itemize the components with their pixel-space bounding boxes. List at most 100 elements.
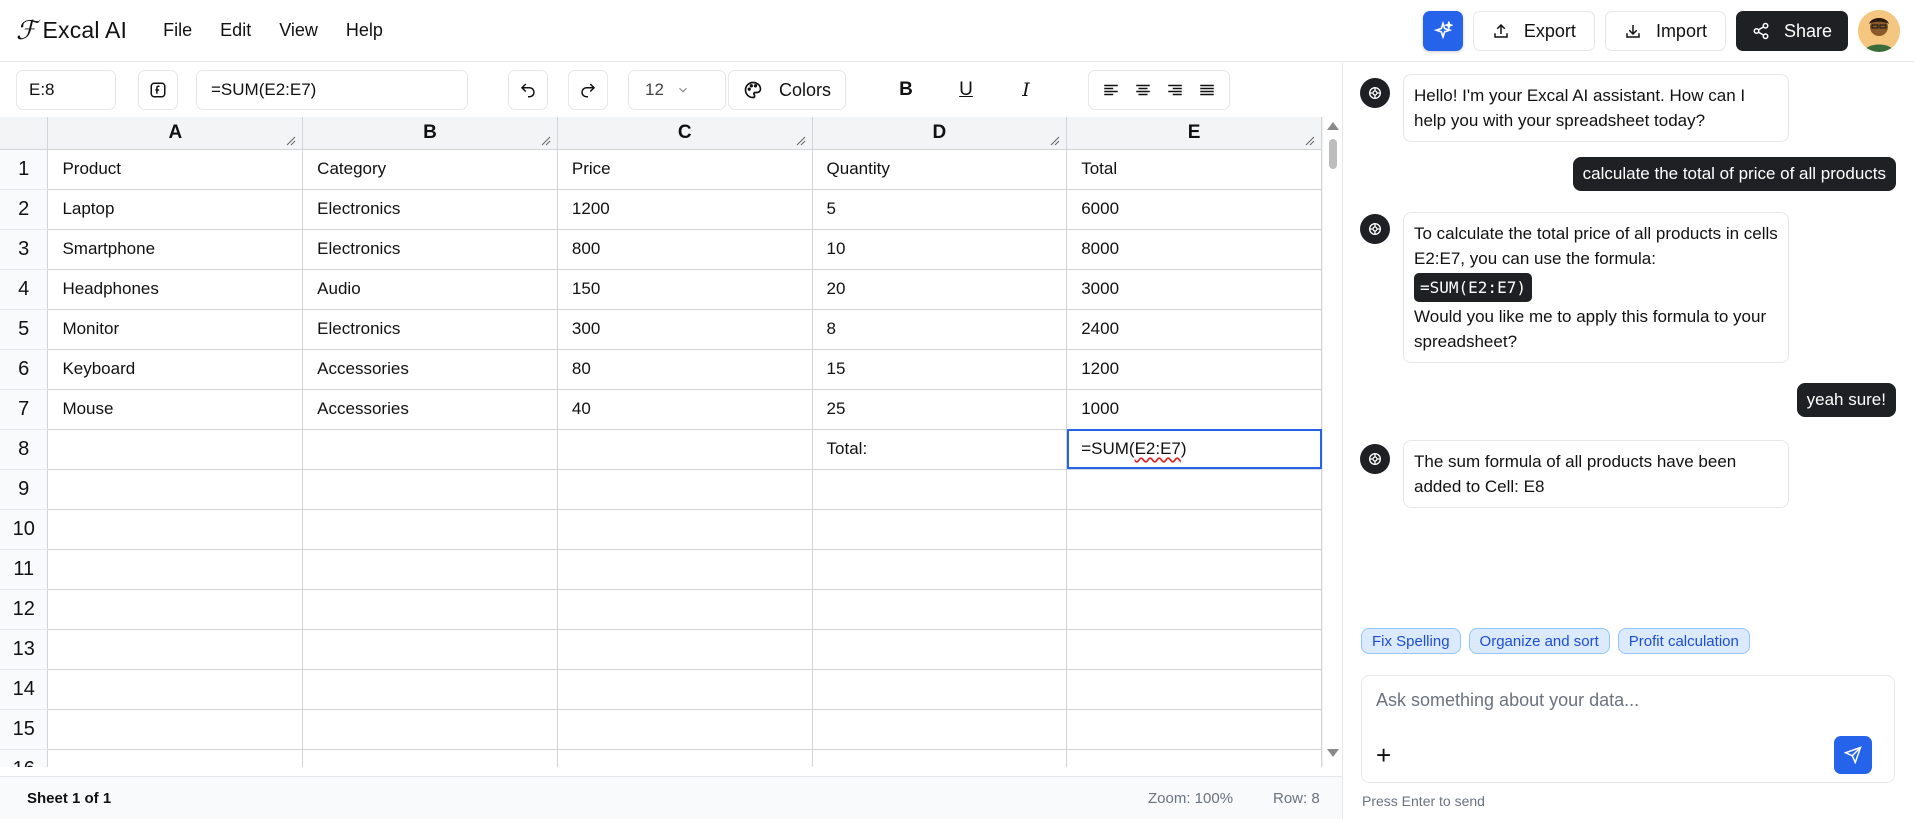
export-button[interactable]: Export xyxy=(1472,11,1595,51)
column-header-e[interactable]: E xyxy=(1066,117,1322,150)
row-header[interactable]: 16 xyxy=(0,749,49,767)
grid-cell-d6[interactable]: 15 xyxy=(812,349,1068,390)
row-header[interactable]: 7 xyxy=(0,389,49,430)
row-header[interactable]: 9 xyxy=(0,469,49,510)
grid-cell-a4[interactable]: Headphones xyxy=(47,269,304,310)
function-button[interactable] xyxy=(138,70,178,110)
grid-cell-e3[interactable]: 8000 xyxy=(1066,229,1322,270)
grid-cell-b14[interactable] xyxy=(302,669,558,710)
grid-cell-d14[interactable] xyxy=(812,669,1068,710)
grid-cell-a5[interactable]: Monitor xyxy=(47,309,304,350)
grid-cell-a1[interactable]: Product xyxy=(47,149,304,190)
grid-cell-b8[interactable] xyxy=(302,429,558,470)
avatar[interactable] xyxy=(1858,10,1900,52)
grid-cell-c13[interactable] xyxy=(557,629,813,670)
grid-cell-e1[interactable]: Total xyxy=(1066,149,1322,190)
align-left-icon[interactable] xyxy=(1102,81,1120,99)
menu-file[interactable]: File xyxy=(163,20,192,41)
grid-cell-c2[interactable]: 1200 xyxy=(557,189,813,230)
grid-cell-d2[interactable]: 5 xyxy=(812,189,1068,230)
grid-cell-e12[interactable] xyxy=(1066,589,1322,630)
grid-cell-c8[interactable] xyxy=(557,429,813,470)
grid-cell-b1[interactable]: Category xyxy=(302,149,558,190)
grid-cell-d7[interactable]: 25 xyxy=(812,389,1068,430)
grid-cell-a13[interactable] xyxy=(47,629,304,670)
resize-handle-icon[interactable] xyxy=(1050,136,1060,146)
grid-cell-e13[interactable] xyxy=(1066,629,1322,670)
grid-cell-b3[interactable]: Electronics xyxy=(302,229,558,270)
column-header-b[interactable]: B xyxy=(302,117,558,150)
grid-cell-a14[interactable] xyxy=(47,669,304,710)
redo-button[interactable] xyxy=(568,70,608,110)
font-size-select[interactable]: 12 xyxy=(628,70,726,110)
grid-cell-c7[interactable]: 40 xyxy=(557,389,813,430)
formula-input[interactable]: =SUM(E2:E7) xyxy=(196,70,468,110)
row-header[interactable]: 13 xyxy=(0,629,49,670)
send-button[interactable] xyxy=(1834,736,1872,774)
row-header[interactable]: 11 xyxy=(0,549,49,590)
grid-cell-c10[interactable] xyxy=(557,509,813,550)
grid-cell-e15[interactable] xyxy=(1066,709,1322,750)
align-right-icon[interactable] xyxy=(1166,81,1184,99)
grid-cell-e16[interactable] xyxy=(1066,749,1322,767)
row-header[interactable]: 10 xyxy=(0,509,49,550)
grid-corner[interactable] xyxy=(0,117,49,150)
grid-cell-e8[interactable]: =SUM(E2:E7) xyxy=(1066,429,1322,470)
grid-cell-d3[interactable]: 10 xyxy=(812,229,1068,270)
grid-cell-e2[interactable]: 6000 xyxy=(1066,189,1322,230)
grid-cell-b2[interactable]: Electronics xyxy=(302,189,558,230)
grid-cell-a11[interactable] xyxy=(47,549,304,590)
resize-handle-icon[interactable] xyxy=(541,136,551,146)
add-attachment-icon[interactable]: + xyxy=(1376,742,1391,768)
grid-cell-e6[interactable]: 1200 xyxy=(1066,349,1322,390)
grid-cell-b10[interactable] xyxy=(302,509,558,550)
grid-cell-c15[interactable] xyxy=(557,709,813,750)
spreadsheet-grid[interactable]: A B C D E 1 Product Category Price Quantity T… xyxy=(0,117,1322,767)
chat-input[interactable]: Ask something about your data... + xyxy=(1361,675,1895,783)
grid-cell-e5[interactable]: 2400 xyxy=(1066,309,1322,350)
grid-cell-c4[interactable]: 150 xyxy=(557,269,813,310)
grid-cell-d5[interactable]: 8 xyxy=(812,309,1068,350)
grid-cell-d8[interactable]: Total: xyxy=(812,429,1068,470)
grid-cell-e9[interactable] xyxy=(1066,469,1322,510)
grid-cell-a16[interactable] xyxy=(47,749,304,767)
chip-profit-calculation[interactable]: Profit calculation xyxy=(1617,628,1750,654)
grid-cell-c16[interactable] xyxy=(557,749,813,767)
grid-cell-c6[interactable]: 80 xyxy=(557,349,813,390)
grid-cell-e10[interactable] xyxy=(1066,509,1322,550)
grid-cell-e14[interactable] xyxy=(1066,669,1322,710)
row-header[interactable]: 2 xyxy=(0,189,49,230)
grid-cell-c12[interactable] xyxy=(557,589,813,630)
row-header[interactable]: 14 xyxy=(0,669,49,710)
grid-cell-e11[interactable] xyxy=(1066,549,1322,590)
grid-cell-b9[interactable] xyxy=(302,469,558,510)
cell-reference-box[interactable]: E:8 xyxy=(16,70,116,110)
grid-cell-b4[interactable]: Audio xyxy=(302,269,558,310)
grid-cell-b15[interactable] xyxy=(302,709,558,750)
align-justify-icon[interactable] xyxy=(1198,81,1216,99)
row-header[interactable]: 6 xyxy=(0,349,49,390)
grid-cell-d12[interactable] xyxy=(812,589,1068,630)
grid-cell-c14[interactable] xyxy=(557,669,813,710)
grid-cell-a2[interactable]: Laptop xyxy=(47,189,304,230)
resize-handle-icon[interactable] xyxy=(1305,136,1315,146)
grid-cell-c9[interactable] xyxy=(557,469,813,510)
grid-cell-b6[interactable]: Accessories xyxy=(302,349,558,390)
undo-button[interactable] xyxy=(508,70,548,110)
grid-cell-d16[interactable] xyxy=(812,749,1068,767)
grid-cell-b13[interactable] xyxy=(302,629,558,670)
scroll-up-arrow-icon[interactable] xyxy=(1327,122,1339,130)
grid-cell-b12[interactable] xyxy=(302,589,558,630)
import-button[interactable]: Import xyxy=(1604,11,1726,51)
grid-cell-a8[interactable] xyxy=(47,429,304,470)
row-header[interactable]: 4 xyxy=(0,269,49,310)
chip-fix-spelling[interactable]: Fix Spelling xyxy=(1361,628,1461,654)
resize-handle-icon[interactable] xyxy=(796,136,806,146)
menu-help[interactable]: Help xyxy=(346,20,383,41)
app-logo[interactable]: ℱ Excal AI xyxy=(16,17,127,44)
row-header[interactable]: 12 xyxy=(0,589,49,630)
grid-cell-d11[interactable] xyxy=(812,549,1068,590)
grid-cell-e4[interactable]: 3000 xyxy=(1066,269,1322,310)
colors-button[interactable]: Colors xyxy=(728,70,846,110)
column-header-c[interactable]: C xyxy=(557,117,813,150)
